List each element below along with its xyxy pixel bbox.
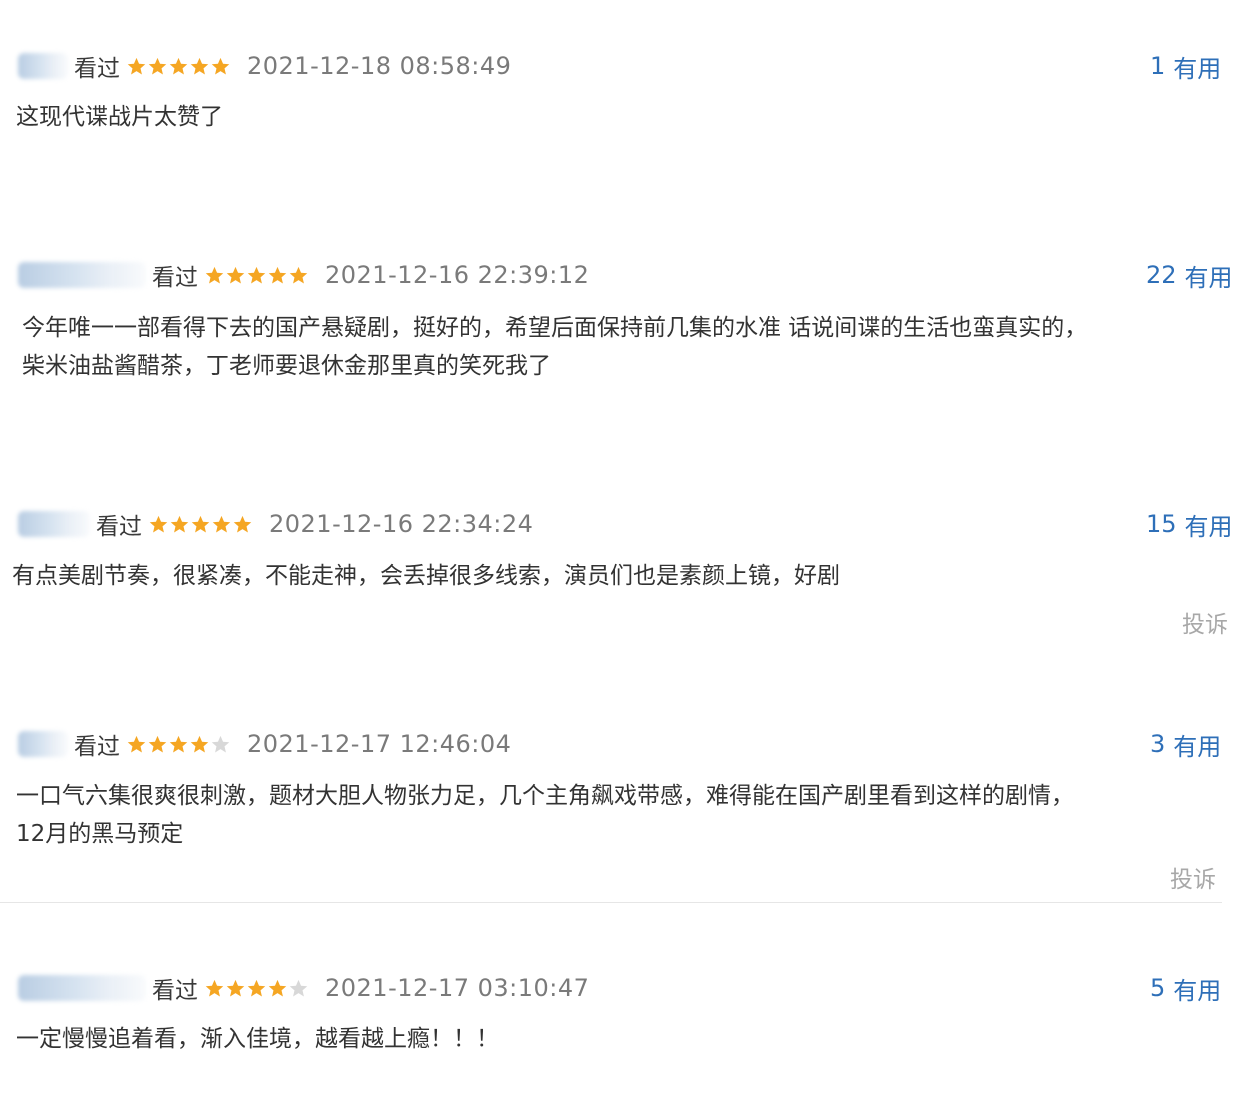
- review-time: 2021-12-18 08:58:49: [247, 52, 512, 80]
- useful-label: 有用: [1184, 512, 1233, 541]
- useful-count: 1: [1150, 52, 1166, 80]
- review-content-line: 一定慢慢追着看，渐入佳境，越看越上瘾！！！: [16, 1026, 499, 1052]
- avatar[interactable]: [18, 731, 68, 757]
- review-time: 2021-12-16 22:34:24: [269, 510, 534, 538]
- review-content-line: 12月的黑马预定: [16, 821, 184, 847]
- avatar[interactable]: [18, 53, 68, 79]
- review-list: 看过 2021-12-18 08:58:49 1 有用 这现代谍战片太赞了 看过…: [0, 0, 1250, 1098]
- star-icon: [211, 514, 232, 535]
- review-content: 一口气六集很爽很刺激，题材大胆人物张力足，几个主角飙戏带感，难得能在国产剧里看到…: [16, 777, 1074, 853]
- review-content-line: 今年唯一一部看得下去的国产悬疑剧，挺好的，希望后面保持前几集的水准 话说间谍的生…: [22, 315, 1088, 341]
- rating-stars: [148, 514, 253, 535]
- useful-button[interactable]: 22 有用: [1146, 255, 1233, 295]
- star-icon: [189, 56, 210, 77]
- review-content: 一定慢慢追着看，渐入佳境，越看越上瘾！！！: [16, 1020, 499, 1058]
- review-content-line: 一口气六集很爽很刺激，题材大胆人物张力足，几个主角飙戏带感，难得能在国产剧里看到…: [16, 783, 1074, 809]
- review-content: 有点美剧节奏，很紧凑，不能走神，会丢掉很多线索，演员们也是素颜上镜，好剧: [12, 557, 840, 595]
- star-icon: [147, 56, 168, 77]
- star-icon: [210, 734, 231, 755]
- review-meta: 看过 2021-12-18 08:58:49: [18, 46, 511, 86]
- useful-button[interactable]: 5 有用: [1150, 968, 1221, 1008]
- star-icon: [169, 514, 190, 535]
- useful-button[interactable]: 15 有用: [1146, 504, 1233, 544]
- star-icon: [168, 734, 189, 755]
- star-icon: [126, 56, 147, 77]
- watched-label: 看过: [74, 56, 120, 82]
- watched-label: 看过: [74, 734, 120, 760]
- review-content-line: 这现代谍战片太赞了: [16, 104, 223, 130]
- star-icon: [288, 978, 309, 999]
- star-icon: [246, 265, 267, 286]
- star-icon: [126, 734, 147, 755]
- useful-count: 15: [1146, 510, 1177, 538]
- report-link[interactable]: 投诉: [1170, 860, 1216, 894]
- useful-count: 22: [1146, 261, 1177, 289]
- watched-label: 看过: [96, 514, 142, 540]
- review-meta: 看过 2021-12-16 22:34:24: [18, 504, 533, 544]
- star-icon: [288, 265, 309, 286]
- star-icon: [147, 734, 168, 755]
- useful-count: 5: [1150, 974, 1166, 1002]
- useful-label: 有用: [1173, 976, 1222, 1005]
- star-icon: [148, 514, 169, 535]
- star-icon: [267, 978, 288, 999]
- useful-label: 有用: [1173, 732, 1222, 761]
- star-icon: [246, 978, 267, 999]
- report-link[interactable]: 投诉: [1182, 605, 1228, 639]
- rating-stars: [204, 265, 309, 286]
- avatar[interactable]: [18, 975, 146, 1001]
- watched-label: 看过: [152, 978, 198, 1004]
- useful-button[interactable]: 3 有用: [1150, 724, 1221, 764]
- star-icon: [225, 265, 246, 286]
- star-icon: [190, 514, 211, 535]
- useful-label: 有用: [1184, 263, 1233, 292]
- star-icon: [204, 265, 225, 286]
- avatar[interactable]: [18, 511, 90, 537]
- star-icon: [210, 56, 231, 77]
- star-icon: [232, 514, 253, 535]
- star-icon: [267, 265, 288, 286]
- review-content-line: 柴米油盐酱醋茶，丁老师要退休金那里真的笑死我了: [22, 353, 551, 379]
- watched-label: 看过: [152, 265, 198, 291]
- useful-label: 有用: [1173, 54, 1222, 83]
- rating-stars: [126, 56, 231, 77]
- review-time: 2021-12-16 22:39:12: [325, 261, 590, 289]
- star-icon: [225, 978, 246, 999]
- review-time: 2021-12-17 12:46:04: [247, 730, 512, 758]
- rating-stars: [204, 978, 309, 999]
- star-icon: [189, 734, 210, 755]
- divider: [0, 902, 1222, 903]
- review-meta: 看过 2021-12-17 12:46:04: [18, 724, 511, 764]
- review-meta: 看过 2021-12-16 22:39:12: [18, 255, 589, 295]
- useful-button[interactable]: 1 有用: [1150, 46, 1221, 86]
- star-icon: [204, 978, 225, 999]
- review-content-line: 有点美剧节奏，很紧凑，不能走神，会丢掉很多线索，演员们也是素颜上镜，好剧: [12, 563, 840, 589]
- star-icon: [168, 56, 189, 77]
- review-content: 今年唯一一部看得下去的国产悬疑剧，挺好的，希望后面保持前几集的水准 话说间谍的生…: [22, 309, 1087, 385]
- rating-stars: [126, 734, 231, 755]
- review-content: 这现代谍战片太赞了: [16, 98, 223, 136]
- useful-count: 3: [1150, 730, 1166, 758]
- review-time: 2021-12-17 03:10:47: [325, 974, 590, 1002]
- avatar[interactable]: [18, 262, 146, 288]
- review-meta: 看过 2021-12-17 03:10:47: [18, 968, 589, 1008]
